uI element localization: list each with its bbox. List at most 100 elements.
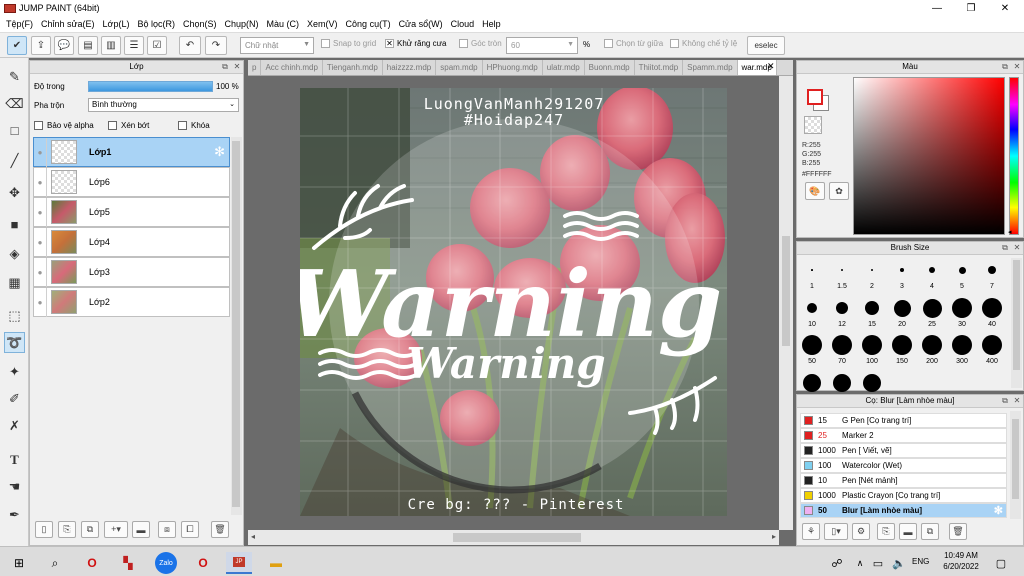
export-icon[interactable]: ⇪ [31, 36, 51, 55]
menu-select[interactable]: Chọn(S) [179, 19, 221, 29]
corner-value-input[interactable]: 60 ▼ [506, 37, 578, 54]
tab-document[interactable]: Thiitot.mdp [635, 60, 684, 75]
palette-icon[interactable]: 🎨 [805, 182, 825, 200]
new-layer-icon[interactable]: ▯ [35, 521, 53, 538]
brush-list-item[interactable]: 15 G Pen [Cọ trang trí] [800, 413, 1007, 428]
scrollbar-thumb[interactable] [1012, 419, 1019, 499]
opera-icon[interactable]: O [81, 552, 103, 574]
message-icon[interactable]: ▤ [78, 36, 98, 55]
close-tab-icon[interactable]: ✕ [767, 61, 775, 72]
brush-list-item[interactable]: 25 Marker 2 [800, 428, 1007, 443]
brush-list-item[interactable]: 100 Watercolor (Wet) [800, 458, 1007, 473]
people-icon[interactable]: ☍ [826, 552, 848, 574]
duplicate-layer-icon[interactable]: ⧉ [81, 521, 99, 538]
clip-checkbox[interactable]: Xén bớt [108, 121, 149, 130]
rounded-corner-checkbox[interactable]: Góc tròn [459, 39, 502, 48]
detach-icon[interactable]: ⧉ [1000, 396, 1010, 406]
network-icon[interactable]: ▭ [867, 552, 889, 574]
layer-row[interactable]: ● Lớp3 [33, 257, 230, 287]
tab-document[interactable]: ulatr.mdp [543, 60, 585, 75]
merge-visible-icon[interactable]: ⧠ [181, 521, 199, 538]
lasso-tool-icon[interactable]: ➰ [4, 332, 25, 353]
brush-folder-icon[interactable]: ▬ [899, 523, 917, 540]
shape-select[interactable]: Chữ nhật ▼ [240, 37, 314, 54]
brush-size-dot[interactable] [862, 335, 882, 355]
blend-select[interactable]: Bình thường ⌄ [88, 98, 239, 112]
scrollbar-thumb[interactable] [232, 141, 240, 507]
brush-list-item[interactable]: 50 Blur [Làm nhòe màu] ✻ [800, 503, 1007, 518]
brush-size-dot[interactable] [863, 374, 881, 392]
brush-size-dot[interactable] [836, 302, 848, 314]
visibility-icon[interactable]: ● [34, 296, 46, 308]
fill-rect-tool-icon[interactable]: ■ [4, 214, 25, 235]
brush-size-dot[interactable] [922, 335, 942, 355]
brush-new-menu-icon[interactable]: ▯▾ [824, 523, 848, 540]
foreground-color-swatch[interactable] [807, 89, 823, 105]
merge-down-icon[interactable]: ⧈ [158, 521, 176, 538]
detach-icon[interactable]: ⧉ [1000, 62, 1010, 72]
undo-icon[interactable]: ↶ [179, 36, 201, 55]
menu-file[interactable]: Tệp(F) [2, 19, 37, 29]
select-rect-tool-icon[interactable]: ⬚ [4, 305, 25, 326]
brush-list-scrollbar[interactable] [1010, 411, 1021, 519]
brush-list-item[interactable]: 1000 Pen [ Viết, vẽ] [800, 443, 1007, 458]
scroll-left-icon[interactable]: ◂ [251, 532, 255, 541]
visibility-icon[interactable]: ● [34, 176, 46, 188]
cloud-sync-icon[interactable]: ✔ [7, 36, 27, 55]
close-button[interactable]: ✕ [988, 0, 1022, 16]
close-panel-icon[interactable]: ✕ [1012, 62, 1022, 72]
select-pen-tool-icon[interactable]: ✐ [4, 388, 25, 409]
saturation-value-picker[interactable] [853, 77, 1005, 235]
brush-size-dot[interactable] [958, 266, 966, 274]
brush-size-dot[interactable] [982, 335, 1002, 355]
app-grid-icon[interactable]: ▚ [117, 552, 139, 574]
drawing-canvas[interactable]: LuongVanManh291207 #Hoidap247 Warning Wa… [300, 88, 727, 516]
hue-slider[interactable] [1009, 77, 1019, 235]
menu-help[interactable]: Help [478, 19, 505, 29]
menu-filter[interactable]: Bộ lọc(R) [133, 19, 179, 29]
list-icon[interactable]: ☰ [124, 36, 144, 55]
menu-cloud[interactable]: Cloud [447, 19, 479, 29]
zalo-icon[interactable]: Zalo [155, 552, 177, 574]
gear-icon[interactable]: ✻ [214, 144, 225, 160]
detach-icon[interactable]: ⧉ [220, 62, 230, 72]
brush-size-dot[interactable] [892, 335, 912, 355]
menu-edit[interactable]: Chỉnh sửa(E) [37, 19, 99, 29]
menu-layer[interactable]: Lớp(L) [99, 19, 134, 29]
brush-size-dot[interactable] [865, 301, 879, 315]
brush-size-dot[interactable] [952, 298, 972, 318]
gradient-tool-icon[interactable]: ▦ [4, 272, 25, 293]
visibility-icon[interactable]: ● [34, 206, 46, 218]
gear-icon[interactable]: ✻ [994, 504, 1003, 517]
layer-row[interactable]: ● Lớp6 [33, 167, 230, 197]
transparent-swatch[interactable] [804, 116, 822, 134]
brush-settings-icon[interactable]: ⚙ [852, 523, 870, 540]
close-panel-icon[interactable]: ✕ [1012, 396, 1022, 406]
windows-start-icon[interactable]: ⊞ [8, 552, 30, 574]
layer-row[interactable]: ● Lớp1 ✻ [33, 137, 230, 167]
menu-color[interactable]: Màu (C) [263, 19, 304, 29]
brush-size-dot[interactable] [900, 268, 904, 272]
volume-icon[interactable]: 🔈 [888, 552, 910, 574]
menu-view[interactable]: Xem(V) [303, 19, 342, 29]
brush-size-dot[interactable] [929, 267, 935, 273]
brush-size-dot[interactable] [833, 374, 851, 392]
scrollbar-thumb[interactable] [1013, 260, 1020, 370]
search-icon[interactable]: ⌕ [44, 552, 66, 574]
brush-size-dot[interactable] [802, 335, 822, 355]
scrollbar-thumb[interactable] [453, 533, 581, 542]
brush-size-dot[interactable] [893, 299, 911, 317]
shape-tool-icon[interactable]: □ [4, 120, 25, 141]
brush-size-dot[interactable] [811, 269, 813, 271]
clock[interactable]: 10:49 AM 6/20/2022 [940, 550, 982, 572]
opera-gx-icon[interactable]: O [192, 552, 214, 574]
menu-window[interactable]: Cửa sổ(W) [395, 19, 447, 29]
grid-check-icon[interactable]: ☑ [147, 36, 167, 55]
brush-size-dot[interactable] [982, 298, 1002, 318]
layer-scrollbar[interactable] [231, 137, 242, 515]
hue-marker-icon[interactable]: ◂ [1008, 228, 1012, 236]
add-layer-menu-icon[interactable]: +▾ [104, 521, 128, 538]
select-eraser-tool-icon[interactable]: ✗ [4, 415, 25, 436]
eyedropper-tool-icon[interactable]: ✒ [4, 504, 25, 525]
menu-capture[interactable]: Chụp(N) [221, 19, 263, 29]
